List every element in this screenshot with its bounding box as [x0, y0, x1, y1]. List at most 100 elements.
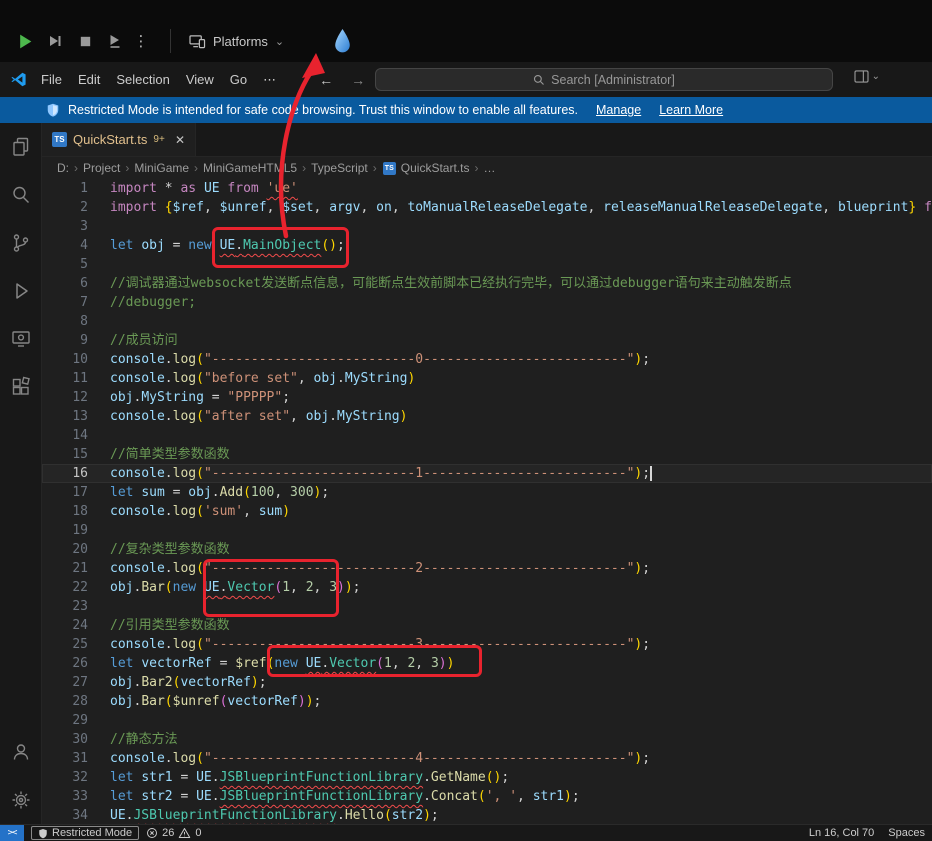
line-number[interactable]: 22: [42, 578, 88, 597]
line-number[interactable]: 17: [42, 483, 88, 502]
code-line[interactable]: 10console.log("-------------------------…: [42, 350, 932, 369]
nav-forward-icon[interactable]: →: [342, 72, 374, 88]
code-line[interactable]: 15//简单类型参数函数: [42, 445, 932, 464]
line-number[interactable]: 1: [42, 179, 88, 198]
code-line[interactable]: 7//debugger;: [42, 293, 932, 312]
code-line[interactable]: 26let vectorRef = $ref(new UE.Vector(1, …: [42, 654, 932, 673]
line-number[interactable]: 32: [42, 768, 88, 787]
line-number[interactable]: 33: [42, 787, 88, 806]
code-line[interactable]: 16console.log("-------------------------…: [42, 464, 932, 483]
code-line[interactable]: 3: [42, 217, 932, 236]
line-number[interactable]: 29: [42, 711, 88, 730]
problems-status[interactable]: 26 0: [139, 825, 208, 841]
liquid-drop-button[interactable]: [332, 28, 353, 55]
code-line[interactable]: 6//调试器通过websocket发送断点信息，可能断点生效前脚本已经执行完毕，…: [42, 274, 932, 293]
code-line[interactable]: 12obj.MyString = "PPPPP";: [42, 388, 932, 407]
line-number[interactable]: 23: [42, 597, 88, 616]
code-line[interactable]: 4let obj = new UE.MainObject();: [42, 236, 932, 255]
code-line[interactable]: 30//静态方法: [42, 730, 932, 749]
line-number[interactable]: 11: [42, 369, 88, 388]
code-line[interactable]: 8: [42, 312, 932, 331]
code-line[interactable]: 22obj.Bar(new UE.Vector(1, 2, 3));: [42, 578, 932, 597]
menu-more-icon[interactable]: ⋯: [255, 72, 284, 88]
remote-indicator[interactable]: ><: [0, 825, 24, 841]
code-line[interactable]: 13console.log("after set", obj.MyString): [42, 407, 932, 426]
platforms-dropdown[interactable]: Platforms ⌄: [189, 34, 284, 49]
extensions-icon[interactable]: [0, 363, 42, 411]
code-line[interactable]: 27obj.Bar2(vectorRef);: [42, 673, 932, 692]
code-line[interactable]: 14: [42, 426, 932, 445]
code-line[interactable]: 23: [42, 597, 932, 616]
line-number[interactable]: 27: [42, 673, 88, 692]
line-number[interactable]: 31: [42, 749, 88, 768]
nav-back-icon[interactable]: ←: [310, 72, 342, 88]
stop-button[interactable]: [72, 28, 98, 54]
line-number[interactable]: 6: [42, 274, 88, 293]
run-debug-icon[interactable]: [0, 267, 42, 315]
line-number[interactable]: 3: [42, 217, 88, 236]
menu-view[interactable]: View: [178, 72, 222, 87]
indentation-status[interactable]: Spaces: [881, 825, 932, 841]
launch-button[interactable]: [102, 28, 128, 54]
line-number[interactable]: 25: [42, 635, 88, 654]
remote-explorer-icon[interactable]: [0, 315, 42, 363]
code-line[interactable]: 1import * as UE from 'ue': [42, 179, 932, 198]
code-line[interactable]: 9//成员访问: [42, 331, 932, 350]
line-number[interactable]: 7: [42, 293, 88, 312]
skip-frame-button[interactable]: [42, 28, 68, 54]
close-icon[interactable]: ✕: [175, 133, 185, 147]
line-number[interactable]: 21: [42, 559, 88, 578]
learn-more-link[interactable]: Learn More: [659, 103, 723, 117]
line-number[interactable]: 13: [42, 407, 88, 426]
code-line[interactable]: 20//复杂类型参数函数: [42, 540, 932, 559]
source-control-icon[interactable]: [0, 219, 42, 267]
line-number[interactable]: 5: [42, 255, 88, 274]
code-line[interactable]: 33let str2 = UE.JSBlueprintFunctionLibra…: [42, 787, 932, 806]
explorer-icon[interactable]: [0, 123, 42, 171]
line-number[interactable]: 12: [42, 388, 88, 407]
tab-quickstart[interactable]: TS QuickStart.ts 9+ ✕: [42, 123, 196, 156]
code-line[interactable]: 5: [42, 255, 932, 274]
code-line[interactable]: 19: [42, 521, 932, 540]
breadcrumb-item[interactable]: TypeScript: [310, 161, 369, 175]
breadcrumb-item[interactable]: QuickStart.ts: [400, 161, 471, 175]
code-line[interactable]: 24//引用类型参数函数: [42, 616, 932, 635]
menu-selection[interactable]: Selection: [108, 72, 177, 87]
menu-go[interactable]: Go: [222, 72, 255, 87]
layout-toggle-button[interactable]: ⌄: [854, 70, 880, 83]
line-number[interactable]: 2: [42, 198, 88, 217]
code-line[interactable]: 29: [42, 711, 932, 730]
menu-edit[interactable]: Edit: [70, 72, 108, 87]
play-options-kebab[interactable]: ⋮: [132, 28, 150, 54]
menu-file[interactable]: File: [33, 72, 70, 87]
code-line[interactable]: 18console.log('sum', sum): [42, 502, 932, 521]
code-line[interactable]: 2import {$ref, $unref, $set, argv, on, t…: [42, 198, 932, 217]
line-number[interactable]: 10: [42, 350, 88, 369]
line-number[interactable]: 20: [42, 540, 88, 559]
cursor-position-status[interactable]: Ln 16, Col 70: [802, 825, 881, 841]
breadcrumb[interactable]: D:›Project›MiniGame›MiniGameHTML5›TypeSc…: [42, 157, 932, 179]
line-number[interactable]: 15: [42, 445, 88, 464]
breadcrumb-item[interactable]: Project: [82, 161, 121, 175]
account-icon[interactable]: [0, 728, 42, 776]
code-line[interactable]: 31console.log("-------------------------…: [42, 749, 932, 768]
code-line[interactable]: 32let str1 = UE.JSBlueprintFunctionLibra…: [42, 768, 932, 787]
code-line[interactable]: 17let sum = obj.Add(100, 300);: [42, 483, 932, 502]
line-number[interactable]: 26: [42, 654, 88, 673]
line-number[interactable]: 8: [42, 312, 88, 331]
line-number[interactable]: 9: [42, 331, 88, 350]
code-line[interactable]: 28obj.Bar($unref(vectorRef));: [42, 692, 932, 711]
code-line[interactable]: 11console.log("before set", obj.MyString…: [42, 369, 932, 388]
line-number[interactable]: 24: [42, 616, 88, 635]
command-center-search[interactable]: Search [Administrator]: [375, 68, 833, 91]
settings-gear-icon[interactable]: [0, 776, 42, 824]
restricted-mode-status[interactable]: Restricted Mode: [31, 826, 139, 840]
line-number[interactable]: 4: [42, 236, 88, 255]
code-area[interactable]: 1import * as UE from 'ue'2import {$ref, …: [42, 179, 932, 824]
code-line[interactable]: 21console.log("-------------------------…: [42, 559, 932, 578]
breadcrumb-item[interactable]: MiniGame: [133, 161, 190, 175]
line-number[interactable]: 14: [42, 426, 88, 445]
line-number[interactable]: 28: [42, 692, 88, 711]
play-button[interactable]: [12, 28, 38, 54]
line-number[interactable]: 30: [42, 730, 88, 749]
